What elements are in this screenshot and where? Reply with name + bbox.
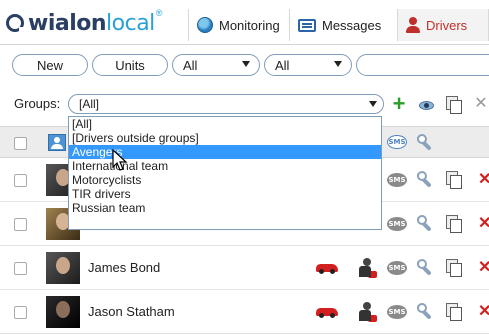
driver-status-icon[interactable]: [358, 302, 377, 322]
top-navigation-bar: wialonlocal ® Monitoring Messages Driver…: [0, 0, 489, 45]
brand-name-light: local: [106, 10, 155, 36]
brand-mark: ®: [155, 8, 163, 18]
copy-icon[interactable]: [444, 95, 462, 114]
tab-drivers[interactable]: Drivers: [397, 9, 489, 41]
driver-name[interactable]: James Bond: [88, 260, 160, 275]
properties-icon[interactable]: [416, 259, 432, 275]
dropdown-option[interactable]: Motorcyclists: [69, 173, 381, 187]
mouse-pointer-icon: [112, 149, 128, 171]
driver-status-icon[interactable]: [358, 258, 377, 278]
copy-icon[interactable]: [445, 259, 463, 277]
copy-icon[interactable]: [445, 171, 463, 189]
brand-name-dark: wialon: [28, 10, 107, 36]
driver-name[interactable]: Jason Statham: [88, 304, 175, 319]
visibility-icon[interactable]: [418, 95, 436, 113]
row-checkbox[interactable]: [14, 218, 27, 231]
groups-row: Groups: [All] + ✕: [0, 92, 489, 116]
groups-select[interactable]: [All]: [68, 94, 384, 114]
driver-photo: [46, 296, 80, 328]
groups-select-value: [All]: [79, 97, 100, 111]
dropdown-option[interactable]: Russian team: [69, 201, 381, 215]
table-row[interactable]: James Bond SMS ✕: [0, 246, 489, 290]
send-sms-icon[interactable]: SMS: [387, 217, 407, 231]
globe-icon: [197, 17, 213, 33]
delete-disabled-icon: ✕: [474, 95, 488, 112]
filter-select-1-value: All: [183, 57, 198, 73]
tab-monitoring-label: Monitoring: [219, 17, 280, 33]
tab-messages[interactable]: Messages: [289, 9, 396, 41]
units-button[interactable]: Units: [92, 54, 168, 76]
table-row[interactable]: Jason Statham SMS ✕: [0, 290, 489, 334]
driver-photo: [46, 252, 80, 284]
chevron-down-icon: [369, 101, 377, 107]
filter-select-2[interactable]: All: [264, 54, 352, 76]
delete-icon[interactable]: ✕: [478, 304, 489, 320]
dropdown-option[interactable]: TIR drivers: [69, 187, 381, 201]
copy-icon[interactable]: [445, 215, 463, 233]
chevron-down-icon: [334, 61, 342, 67]
delete-icon[interactable]: ✕: [478, 260, 489, 276]
properties-icon[interactable]: [416, 303, 432, 319]
tab-messages-label: Messages: [322, 17, 382, 33]
filter-select-1[interactable]: All: [172, 54, 260, 76]
properties-icon[interactable]: [416, 215, 432, 231]
driver-icon: [406, 17, 420, 33]
row-checkbox[interactable]: [14, 174, 27, 187]
new-button[interactable]: New: [12, 54, 88, 76]
select-all-checkbox[interactable]: [14, 137, 27, 150]
properties-icon[interactable]: [416, 171, 432, 187]
dropdown-option[interactable]: [Drivers outside groups]: [69, 131, 381, 145]
assigned-unit-car-icon[interactable]: [316, 308, 338, 318]
assigned-unit-car-icon[interactable]: [316, 264, 338, 274]
groups-label: Groups:: [14, 96, 61, 111]
send-sms-icon[interactable]: SMS: [387, 305, 407, 319]
wialon-local-logo[interactable]: wialonlocal ®: [6, 8, 162, 38]
photo-column-icon: [48, 134, 66, 151]
messages-icon: [298, 18, 316, 32]
filter-bar: New Units All All: [0, 54, 489, 78]
copy-icon[interactable]: [445, 303, 463, 321]
sms-column-icon: SMS: [387, 135, 407, 149]
delete-icon[interactable]: ✕: [478, 216, 489, 232]
row-checkbox[interactable]: [14, 262, 27, 275]
search-input[interactable]: [356, 54, 489, 76]
dropdown-option[interactable]: [All]: [69, 117, 381, 131]
tab-drivers-label: Drivers: [426, 17, 468, 33]
send-sms-icon[interactable]: SMS: [387, 173, 407, 187]
properties-column-icon: [416, 134, 432, 150]
filter-select-2-value: All: [275, 57, 290, 73]
tab-monitoring[interactable]: Monitoring: [188, 9, 288, 41]
logo-ring-icon: [6, 14, 24, 33]
delete-icon[interactable]: ✕: [478, 172, 489, 188]
row-checkbox[interactable]: [14, 306, 27, 319]
groups-dropdown-list: [All] [Drivers outside groups] Avengers …: [68, 116, 382, 230]
add-driver-icon[interactable]: +: [390, 93, 408, 115]
chevron-down-icon: [242, 61, 250, 67]
send-sms-icon[interactable]: SMS: [387, 261, 407, 275]
